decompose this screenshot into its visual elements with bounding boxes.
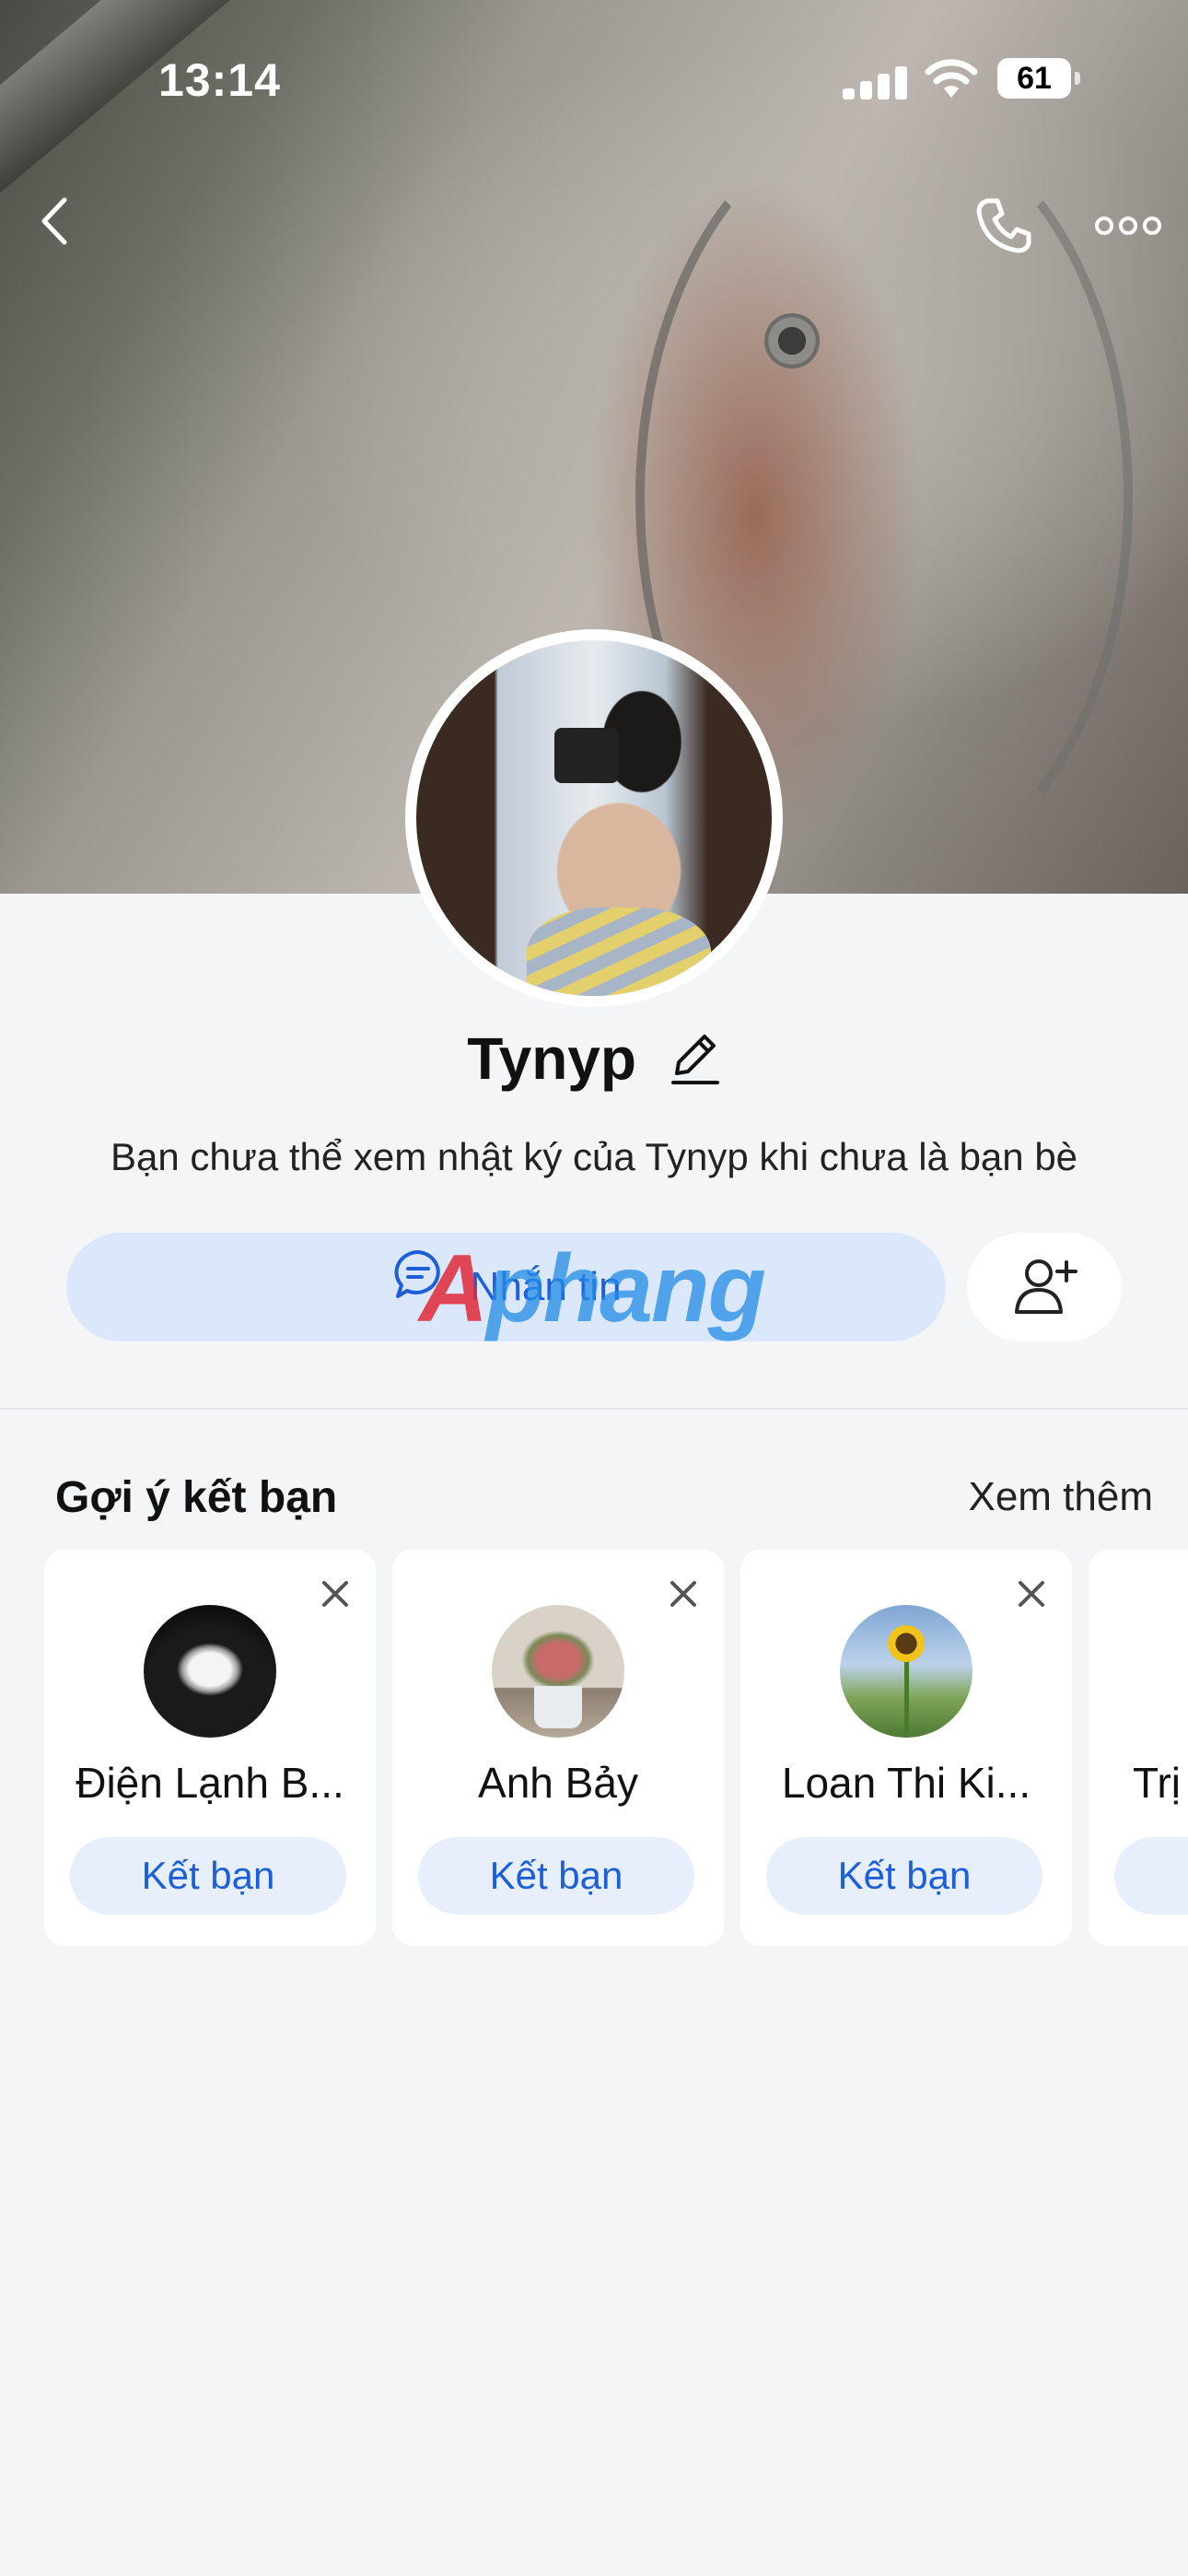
- add-friend-suggestion-button[interactable]: Kết bạn: [1114, 1837, 1188, 1914]
- add-friend-suggestion-button[interactable]: Kết bạn: [70, 1837, 346, 1914]
- suggestion-name: Anh Bảy: [478, 1759, 638, 1807]
- suggestions-title: Gợi ý kết bạn: [55, 1473, 338, 1522]
- suggestion-avatar[interactable]: [840, 1605, 973, 1738]
- dismiss-suggestion-button[interactable]: [1015, 1577, 1048, 1615]
- message-button[interactable]: Nhắn tin: [66, 1233, 946, 1341]
- suggestion-avatar[interactable]: [492, 1605, 624, 1738]
- back-icon: [41, 197, 67, 245]
- close-icon: [1019, 1581, 1044, 1607]
- suggestion-card[interactable]: Điện Lạnh B... Kết bạn: [44, 1550, 376, 1946]
- suggestion-name: Điện Lạnh B...: [76, 1759, 344, 1807]
- phone-icon: [976, 198, 1031, 253]
- cellular-signal-icon: [843, 63, 907, 100]
- battery-indicator: 61: [997, 58, 1071, 99]
- edit-icon: [670, 1034, 719, 1084]
- suggestion-card[interactable]: Loan Thi Ki... Kết bạn: [740, 1550, 1072, 1946]
- wifi-icon: [925, 59, 978, 98]
- avatar-clothing: [527, 907, 711, 996]
- close-icon: [322, 1581, 348, 1607]
- profile-name: Tynyp: [467, 1025, 636, 1092]
- status-bar: 13:14 61: [0, 53, 1188, 109]
- see-more-link[interactable]: Xem thêm: [968, 1474, 1153, 1520]
- suggestion-cards: Điện Lạnh B... Kết bạn Anh Bảy Kết bạn L…: [0, 1550, 1188, 1946]
- edit-name-button[interactable]: [670, 1027, 721, 1100]
- profile-avatar[interactable]: [416, 640, 772, 996]
- more-options-button[interactable]: [1091, 203, 1165, 249]
- section-divider: [0, 1408, 1188, 1410]
- battery-tip: [1075, 72, 1080, 85]
- add-friend-button[interactable]: [967, 1233, 1122, 1341]
- profile-avatar-frame: [405, 629, 783, 1007]
- suggestion-avatar[interactable]: [144, 1605, 276, 1738]
- status-time: 13:14: [158, 54, 281, 106]
- add-friend-icon: [1015, 1259, 1077, 1314]
- add-friend-suggestion-button[interactable]: Kết bạn: [418, 1837, 694, 1914]
- cover-drain: [764, 313, 820, 369]
- profile-name-row: Tynyp: [0, 1025, 1188, 1100]
- dismiss-suggestion-button[interactable]: [667, 1577, 700, 1615]
- add-friend-suggestion-button[interactable]: Kết bạn: [766, 1837, 1042, 1914]
- cover-bathtub-rim: [0, 0, 786, 303]
- avatar-camera: [554, 728, 619, 783]
- suggestion-card[interactable]: Trị Kết bạn: [1089, 1550, 1188, 1946]
- chat-icon: [390, 1235, 446, 1343]
- dismiss-suggestion-button[interactable]: [319, 1577, 352, 1615]
- diary-visibility-notice: Bạn chưa thể xem nhật ký của Tynyp khi c…: [110, 1135, 1078, 1178]
- suggestion-name: Loan Thi Ki...: [781, 1759, 1031, 1807]
- message-button-label: Nhắn tin: [470, 1264, 622, 1309]
- close-icon: [670, 1581, 696, 1607]
- back-button[interactable]: [28, 189, 83, 253]
- more-icon: [1095, 217, 1161, 235]
- call-button[interactable]: [972, 193, 1036, 258]
- suggestion-card[interactable]: Anh Bảy Kết bạn: [392, 1550, 724, 1946]
- suggestion-name: Trị: [1133, 1759, 1181, 1807]
